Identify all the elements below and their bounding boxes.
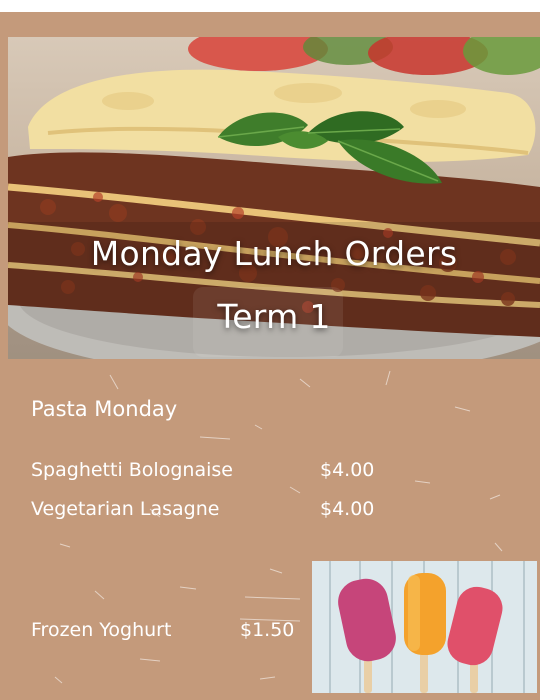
top-strip [0, 0, 540, 12]
menu-item-price: $4.00 [320, 498, 375, 520]
popsicles-image [312, 561, 537, 693]
menu-item-price: $1.50 [240, 619, 295, 641]
section-title: Pasta Monday [31, 397, 178, 421]
lasagne-hero-image: Monday Lunch Orders Term 1 [8, 37, 540, 359]
menu-item-price: $4.00 [320, 459, 375, 481]
menu-item-name: Vegetarian Lasagne [31, 498, 220, 520]
menu-item-name: Spaghetti Bolognaise [31, 459, 233, 481]
menu-item-name: Frozen Yoghurt [31, 619, 172, 641]
poster-title-line1: Monday Lunch Orders [90, 234, 458, 273]
lunch-order-poster: Monday Lunch Orders Term 1 Pasta Monday … [0, 0, 540, 700]
popsicles-illustration [312, 561, 537, 693]
poster-title-line2: Term 1 [217, 297, 331, 336]
